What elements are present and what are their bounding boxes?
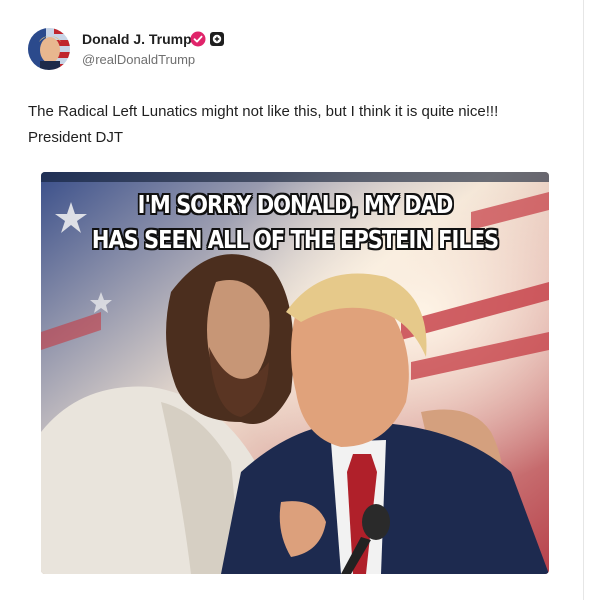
author-handle[interactable]: @realDonaldTrump xyxy=(82,52,195,67)
post-image[interactable]: I'M SORRY DONALD, MY DAD HAS SEEN ALL OF… xyxy=(41,172,549,574)
verified-check-icon xyxy=(190,31,206,47)
meme-caption-line1: I'M SORRY DONALD, MY DAD xyxy=(137,190,454,219)
author-name[interactable]: Donald J. Trump xyxy=(82,31,192,47)
post-text: The Radical Left Lunatics might not like… xyxy=(28,103,499,146)
post-card: Donald J. Trump @realDonaldTrump The Rad… xyxy=(0,0,584,600)
plus-badge-icon xyxy=(210,32,224,46)
avatar[interactable] xyxy=(28,28,70,70)
meme-caption-line2: HAS SEEN ALL OF THE EPSTEIN FILES xyxy=(91,225,499,254)
avatar-portrait-icon xyxy=(28,28,70,70)
